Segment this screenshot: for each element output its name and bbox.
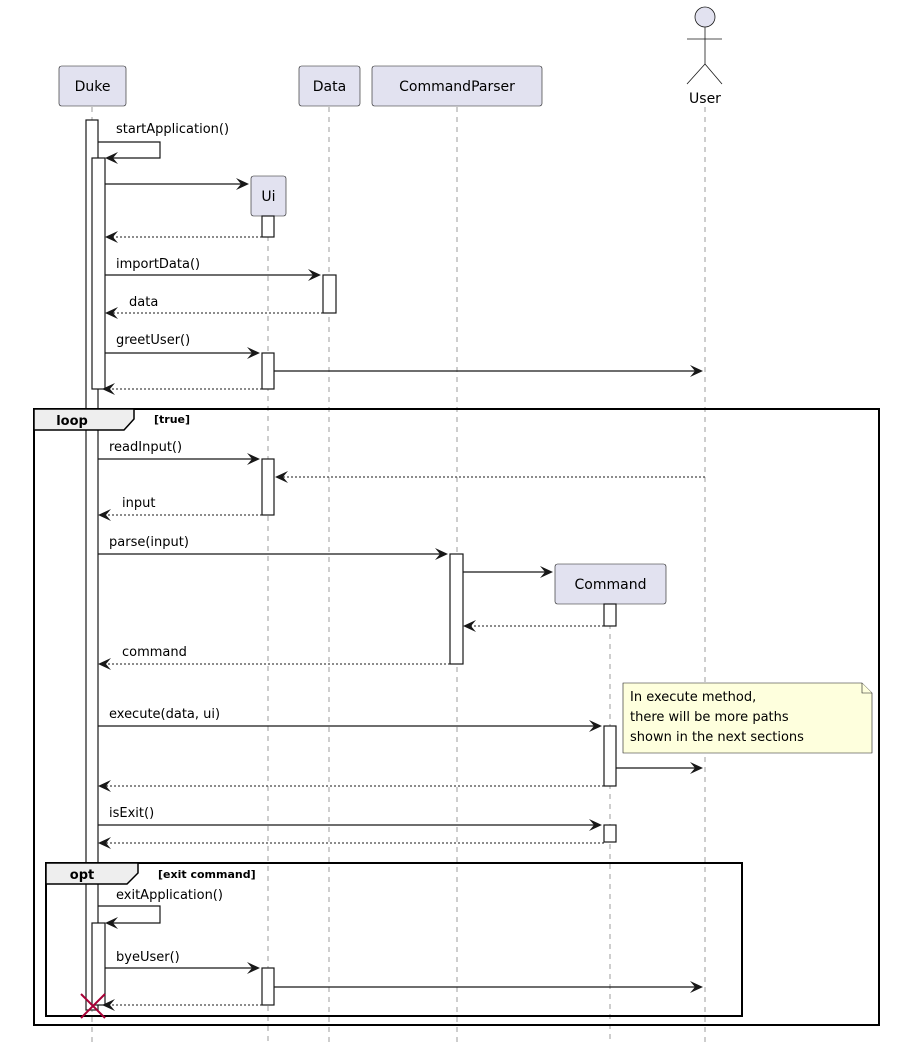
message-label: isExit() — [109, 806, 154, 821]
message-label: data — [129, 295, 158, 310]
message-label: startApplication() — [116, 122, 229, 137]
message-greetuser: greetUser() — [105, 333, 260, 359]
message-label: byeUser() — [116, 950, 180, 965]
message-return-execute — [98, 780, 604, 792]
note-line: In execute method, — [630, 690, 756, 705]
message-execute: execute(data, ui) — [98, 707, 602, 732]
participant-label: Duke — [75, 79, 111, 95]
activation-duke-startapp — [91, 157, 106, 390]
participant-ui[interactable]: Ui — [250, 175, 287, 217]
activation-ui-create — [261, 215, 275, 238]
participant-label: Ui — [261, 189, 275, 205]
message-return-ui-create — [105, 231, 262, 243]
message-label: readInput() — [109, 440, 182, 455]
participant-commandparser[interactable]: CommandParser — [371, 65, 543, 107]
message-command-to-user — [616, 762, 703, 774]
activation-ui-greet — [261, 352, 275, 390]
message-return-command-create — [463, 620, 604, 632]
message-create-ui — [105, 178, 249, 190]
activation-ui-bye — [261, 967, 275, 1006]
actor-icon — [694, 6, 716, 28]
note-line: there will be more paths — [630, 710, 789, 725]
message-readinput: readInput() — [98, 440, 260, 465]
message-startapplication: startApplication() — [98, 122, 229, 164]
message-return-greet — [102, 383, 262, 395]
activation-ui-read — [261, 458, 275, 516]
participant-label: Data — [313, 79, 346, 95]
message-ui-to-user-greet — [274, 365, 703, 377]
activation-command-isexit — [603, 824, 617, 843]
activation-data — [322, 274, 337, 314]
message-return-isexit — [98, 837, 604, 849]
message-ui-to-user-bye — [274, 981, 703, 993]
note-line: shown in the next sections — [630, 730, 804, 745]
message-return-bye — [102, 999, 262, 1011]
activation-command-execute — [603, 725, 617, 787]
activation-parser — [449, 553, 464, 665]
participant-command[interactable]: Command — [554, 563, 667, 605]
message-label: parse(input) — [109, 535, 189, 550]
fragment-guard: [true] — [154, 413, 190, 426]
note: In execute method, there will be more pa… — [622, 682, 873, 754]
message-return-data: data — [105, 295, 323, 319]
message-label: importData() — [116, 257, 200, 272]
message-return-user-input — [275, 471, 705, 483]
message-label: exitApplication() — [116, 888, 223, 903]
message-parse: parse(input) — [98, 535, 448, 560]
participant-label: Command — [575, 577, 647, 593]
message-label: input — [122, 496, 155, 511]
participant-duke[interactable]: Duke — [58, 65, 127, 107]
activation-duke-exitapp — [91, 922, 106, 1006]
message-byeuser: byeUser() — [105, 950, 260, 974]
message-return-input: input — [98, 496, 262, 521]
participant-label: User — [689, 91, 721, 107]
message-importdata: importData() — [105, 257, 321, 281]
actor-user[interactable]: User — [686, 6, 723, 107]
message-label: greetUser() — [116, 333, 190, 348]
message-label: execute(data, ui) — [109, 707, 220, 722]
sequence-diagram: Duke Data CommandParser Ui Command User — [33, 6, 880, 1042]
message-exitapplication: exitApplication() — [98, 888, 223, 929]
fragment-label: loop — [56, 414, 88, 429]
participant-data[interactable]: Data — [298, 65, 361, 107]
activation-command-create — [603, 603, 617, 627]
fragment-guard: [exit command] — [158, 868, 256, 881]
fragment-label: opt — [70, 868, 94, 883]
message-label: command — [122, 645, 187, 660]
message-return-command: command — [98, 645, 450, 670]
message-isexit: isExit() — [98, 806, 602, 831]
participant-label: CommandParser — [399, 79, 515, 95]
fragment-opt: opt [exit command] — [45, 862, 743, 1017]
message-create-command — [463, 566, 553, 578]
